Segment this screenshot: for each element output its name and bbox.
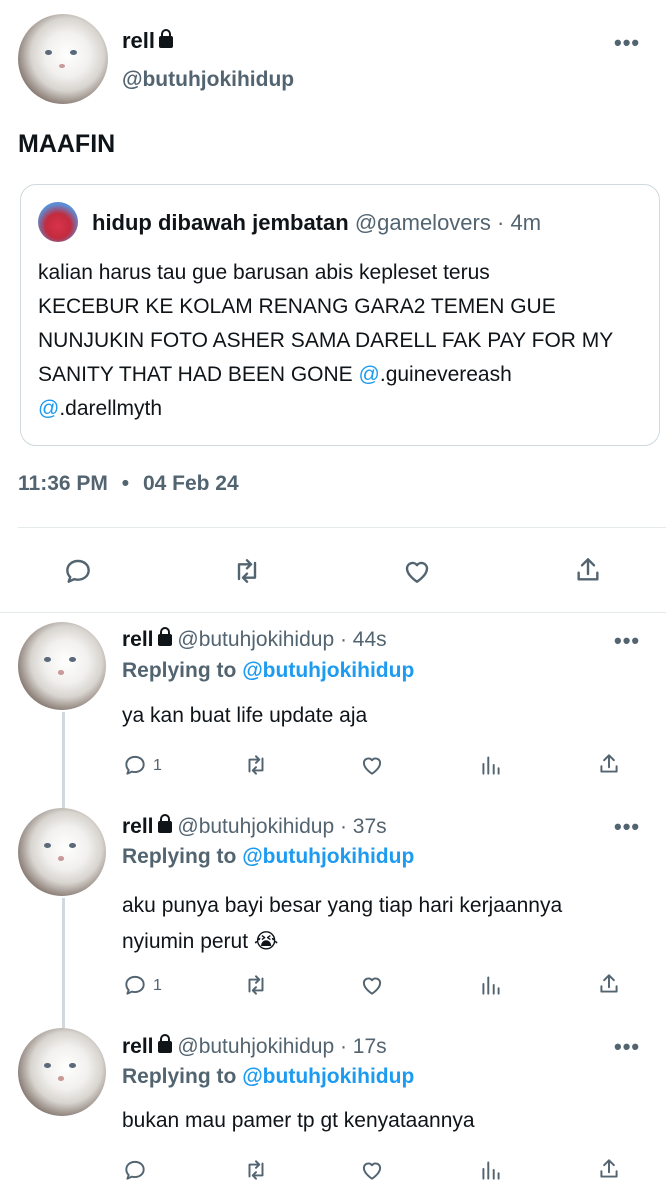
reply-text-line: nyiumin perut 😭: [122, 930, 279, 953]
mention-link[interactable]: @.darellmyth: [38, 397, 162, 420]
replying-to: Replying to @butuhjokihidup: [122, 845, 414, 869]
quoted-header: hidup dibawah jembatan @gamelovers · 4m: [92, 210, 541, 236]
author-name-row[interactable]: rell: [122, 28, 174, 54]
retweet-icon[interactable]: [230, 555, 264, 587]
tweet-text: MAAFIN: [18, 130, 116, 158]
lock-icon: [159, 29, 174, 49]
quoted-text-line: NUNJUKIN FOTO ASHER SAMA DARELL FAK PAY …: [38, 329, 614, 352]
quoted-text-line: KECEBUR KE KOLAM RENANG GARA2 TEMEN GUE: [38, 295, 556, 318]
author-name[interactable]: rell: [122, 815, 154, 838]
replying-handle[interactable]: @butuhjokihidup: [242, 659, 414, 682]
replying-to: Replying to @butuhjokihidup: [122, 1065, 414, 1089]
author-name[interactable]: rell: [122, 1035, 154, 1058]
thread-line: [62, 712, 65, 810]
tweet-timestamp[interactable]: 11:36 PM • 04 Feb 24: [18, 472, 239, 496]
replying-label: Replying to: [122, 659, 237, 682]
quoted-avatar[interactable]: [38, 202, 78, 242]
author-handle[interactable]: @butuhjokihidup: [177, 815, 334, 838]
quoted-text-line: @.darellmyth: [38, 392, 613, 426]
retweet-icon[interactable]: [242, 972, 270, 998]
quoted-author-name[interactable]: hidup dibawah jembatan: [92, 210, 349, 235]
reply-icon[interactable]: [122, 1157, 148, 1183]
quoted-text-line: SANITY THAT HAD BEEN GONE @.guinevereash: [38, 363, 512, 386]
views-icon[interactable]: [478, 752, 504, 778]
replying-to: Replying to @butuhjokihidup: [122, 659, 414, 683]
share-icon[interactable]: [572, 553, 604, 587]
thread-line: [62, 898, 65, 1028]
author-handle[interactable]: @butuhjokihidup: [177, 1035, 334, 1058]
reply-age: · 44s: [339, 628, 387, 651]
quoted-text-line: kalian harus tau gue barusan abis keples…: [38, 261, 490, 284]
reply-icon[interactable]: [122, 752, 148, 778]
like-icon[interactable]: [358, 1157, 386, 1183]
avatar[interactable]: [18, 808, 106, 896]
mention-link[interactable]: @.guinevereash: [359, 363, 512, 386]
quoted-author-handle[interactable]: @gamelovers: [355, 210, 491, 235]
reply-text: aku punya bayi besar yang tiap hari kerj…: [122, 888, 562, 960]
more-icon[interactable]: •••: [614, 628, 640, 654]
like-icon[interactable]: [358, 972, 386, 998]
quoted-dot: ·: [497, 210, 505, 235]
lock-icon: [157, 1034, 172, 1054]
reply-count: 1: [153, 977, 162, 994]
retweet-icon[interactable]: [242, 1157, 270, 1183]
more-icon[interactable]: •••: [614, 1034, 640, 1060]
reply-icon[interactable]: [122, 972, 148, 998]
reply-header: rell @butuhjokihidup · 17s: [122, 1034, 387, 1059]
reply-header: rell @butuhjokihidup · 37s: [122, 814, 387, 839]
views-icon[interactable]: [478, 1157, 504, 1183]
tweet-date: 04 Feb 24: [142, 472, 239, 495]
avatar[interactable]: [18, 1028, 106, 1116]
author-name: rell: [122, 28, 156, 53]
views-icon[interactable]: [478, 972, 504, 998]
replying-handle[interactable]: @butuhjokihidup: [242, 1065, 414, 1088]
like-icon[interactable]: [400, 555, 434, 587]
reply-text-line: aku punya bayi besar yang tiap hari kerj…: [122, 894, 563, 917]
avatar[interactable]: [18, 622, 106, 710]
reply-age: · 37s: [339, 815, 387, 838]
replying-label: Replying to: [122, 1065, 237, 1088]
reply-count: 1: [153, 757, 162, 774]
separator: •: [121, 472, 130, 495]
lock-icon: [157, 814, 172, 834]
author-handle[interactable]: @butuhjokihidup: [122, 68, 294, 92]
share-icon[interactable]: [596, 1155, 622, 1183]
replying-handle[interactable]: @butuhjokihidup: [242, 845, 414, 868]
reply-age: · 17s: [339, 1035, 387, 1058]
quoted-age: 4m: [510, 210, 542, 235]
avatar[interactable]: [18, 14, 108, 104]
reply-icon[interactable]: [62, 555, 94, 587]
share-icon[interactable]: [596, 750, 622, 778]
divider: [0, 612, 666, 613]
replying-label: Replying to: [122, 845, 237, 868]
reply-text: ya kan buat life update aja: [122, 704, 368, 727]
lock-icon: [157, 627, 172, 647]
retweet-icon[interactable]: [242, 752, 270, 778]
reply-header: rell @butuhjokihidup · 44s: [122, 627, 387, 652]
author-handle[interactable]: @butuhjokihidup: [177, 628, 334, 651]
divider: [18, 527, 666, 528]
more-icon[interactable]: •••: [614, 30, 640, 56]
quoted-text: kalian harus tau gue barusan abis keples…: [38, 256, 613, 426]
reply-text: bukan mau pamer tp gt kenyataannya: [122, 1109, 475, 1132]
more-icon[interactable]: •••: [614, 814, 640, 840]
share-icon[interactable]: [596, 970, 622, 998]
author-name[interactable]: rell: [122, 628, 154, 651]
like-icon[interactable]: [358, 752, 386, 778]
tweet-time: 11:36 PM: [18, 472, 108, 495]
